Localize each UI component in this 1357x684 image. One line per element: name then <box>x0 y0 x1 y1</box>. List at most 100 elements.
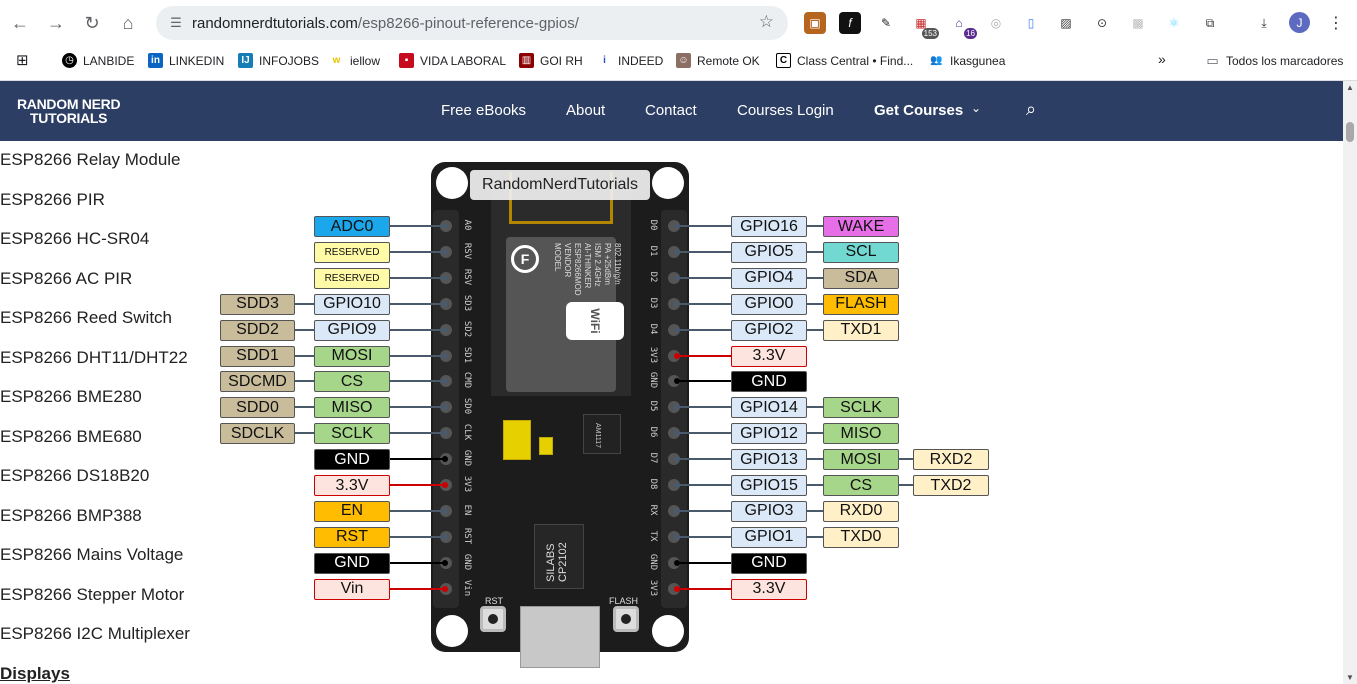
scroll-up-icon[interactable]: ▲ <box>1346 83 1354 92</box>
bookmark-iellow[interactable]: w iellow <box>329 53 380 68</box>
sidebar-link[interactable]: ESP8266 HC-SR04 <box>0 229 149 249</box>
scroll-down-icon[interactable]: ▼ <box>1346 673 1354 682</box>
page-scrollbar[interactable]: ▲ ▼ <box>1343 81 1357 684</box>
pin-wire <box>390 561 445 564</box>
bookmark-linkedin[interactable]: in LINKEDIN <box>148 53 224 68</box>
download-icon[interactable]: ⤓ <box>1253 12 1275 34</box>
bookmark-vida-laboral[interactable]: ▪ VIDA LABORAL <box>399 53 506 68</box>
extension-react-icon[interactable]: ⚛ <box>1163 12 1185 34</box>
sidebar-link[interactable]: ESP8266 Mains Voltage <box>0 545 183 565</box>
module-marking-line: VENDOR <box>563 243 572 278</box>
bookmark-indeed[interactable]: i INDEED <box>597 53 663 68</box>
pin-wire-dot <box>674 559 680 566</box>
pin-wire <box>390 328 445 331</box>
sidebar-link[interactable]: ESP8266 Reed Switch <box>0 308 172 328</box>
sidebar-link[interactable]: ESP8266 BMP388 <box>0 506 142 526</box>
extension-docs-icon[interactable]: ▯ <box>1020 12 1042 34</box>
home-icon[interactable]: ⌂ <box>110 5 146 41</box>
pin-wire-dot <box>674 482 680 488</box>
sidebar-link[interactable]: ESP8266 PIR <box>0 190 105 210</box>
bookmark-infojobs[interactable]: IJ INFOJOBS <box>238 53 319 68</box>
pin-wire-dot <box>442 507 448 514</box>
scroll-thumb[interactable] <box>1346 122 1354 142</box>
extension-grid-icon[interactable]: ▩ <box>1127 12 1149 34</box>
profile-avatar[interactable]: J <box>1289 12 1310 33</box>
bookmarks-overflow-icon[interactable]: » <box>1158 51 1166 67</box>
bookmark-lanbide[interactable]: ◷ LANBIDE <box>62 53 134 68</box>
capacitor <box>503 420 531 460</box>
spain-shield-icon: ▪ <box>399 53 414 68</box>
pin-wire <box>899 458 913 461</box>
sidebar-link[interactable]: ESP8266 AC PIR <box>0 269 132 289</box>
sidebar-link[interactable]: ESP8266 BME680 <box>0 427 142 447</box>
pin-silkscreen: SD3 <box>462 294 472 311</box>
address-bar[interactable]: ☰ randomnerdtutorials.com/esp8266-pinout… <box>156 6 788 40</box>
browser-menu-icon[interactable]: ⋮ <box>1325 12 1347 34</box>
pin-silkscreen: TX <box>648 530 658 542</box>
flash-button[interactable] <box>613 606 639 632</box>
pin-silkscreen: D8 <box>648 478 658 490</box>
sidebar-link[interactable]: ESP8266 BME280 <box>0 387 142 407</box>
pin-label-gnd: GND <box>314 449 390 471</box>
back-icon[interactable]: ← <box>2 5 38 41</box>
pin-label-gnd: GND <box>731 552 807 574</box>
extension-compass-icon[interactable]: ◎ <box>985 12 1007 34</box>
extension-image-icon[interactable]: ▨ <box>1055 12 1077 34</box>
bookmark-remote-ok[interactable]: ☺ Remote OK <box>676 53 760 68</box>
bookmark-goi-rh[interactable]: ▥ GOI RH <box>519 53 583 68</box>
sidebar-link[interactable]: ESP8266 DHT11/DHT22 <box>0 348 188 368</box>
extension-graduation-icon[interactable]: ⌂ 16 <box>948 12 977 39</box>
pin-wire-dot <box>442 274 448 281</box>
extensions-puzzle-icon[interactable]: ⧉ <box>1199 12 1221 34</box>
all-bookmarks-folder[interactable]: ▭ Todos los marcadores <box>1205 53 1343 68</box>
site-info-icon[interactable]: ☰ <box>160 15 192 31</box>
pin-label-gpio13: GPIO13 <box>731 449 807 471</box>
extension-code-icon[interactable]: ⊙ <box>1091 12 1113 34</box>
menu-free-ebooks[interactable]: Free eBooks <box>441 102 526 119</box>
pin-label-gnd: GND <box>314 552 390 574</box>
menu-courses-login[interactable]: Courses Login <box>737 102 834 119</box>
pin-wire <box>390 354 445 357</box>
extension-bookmark-icon[interactable]: ▣ <box>804 12 826 34</box>
bookmark-class-central[interactable]: C Class Central • Find... <box>776 53 913 68</box>
sidebar-link[interactable]: ESP8266 DS18B20 <box>0 466 149 486</box>
sidebar-link[interactable]: ESP8266 Stepper Motor <box>0 585 184 605</box>
pin-wire-dot <box>442 559 448 566</box>
menu-get-courses[interactable]: Get Courses <box>874 102 963 119</box>
bookmarks-bar: ⊞ ◷ LANBIDE in LINKEDIN IJ INFOJOBS w iellow… <box>0 46 1357 76</box>
pin-label-sdclk: SDCLK <box>220 423 295 445</box>
pin-silkscreen: GND <box>648 372 658 389</box>
pin-wire <box>807 276 823 279</box>
site-logo[interactable]: RANDOM NERD TUTORIALS <box>17 97 121 125</box>
bookmark-star-icon[interactable]: ☆ <box>759 12 774 32</box>
pin-wire-dot <box>674 300 680 307</box>
extension-eyedropper-icon[interactable]: ✎ <box>875 12 897 34</box>
pin-wire <box>390 484 445 486</box>
rst-button[interactable] <box>480 606 506 632</box>
pin-label-reserved: RESERVED <box>314 267 390 289</box>
sidebar-link[interactable]: ESP8266 I2C Multiplexer <box>0 624 190 644</box>
sidebar-link[interactable]: ESP8266 Relay Module <box>0 150 181 170</box>
pin-label-3-3v: 3.3V <box>731 345 807 367</box>
pin-wire <box>390 302 445 305</box>
apps-grid-icon[interactable]: ⊞ <box>16 51 29 69</box>
extension-font-icon[interactable]: f <box>839 12 861 34</box>
forward-icon[interactable]: → <box>38 5 74 41</box>
pin-silkscreen: SD2 <box>462 320 472 337</box>
wifi-logo: WiFi <box>566 302 624 340</box>
menu-about[interactable]: About <box>566 102 605 119</box>
pin-wire <box>390 509 445 512</box>
bookmark-ikasgunea[interactable]: 👥 Ikasgunea <box>929 53 1005 68</box>
pin-silkscreen: D2 <box>648 271 658 283</box>
search-icon[interactable]: ⌕ <box>1026 99 1036 120</box>
extension-calendar-icon[interactable]: ▦ 153 <box>910 12 939 39</box>
pin-label-en: EN <box>314 500 390 522</box>
pin-wire <box>676 587 731 590</box>
pin-wire <box>807 225 823 227</box>
class-central-icon: C <box>776 53 791 68</box>
reload-icon[interactable]: ↻ <box>74 5 110 41</box>
menu-contact[interactable]: Contact <box>645 102 697 119</box>
chevron-down-icon[interactable]: ⌄ <box>971 101 981 115</box>
sidebar-heading-displays[interactable]: Displays <box>0 664 70 684</box>
pin-label-gpio9: GPIO9 <box>314 319 390 341</box>
